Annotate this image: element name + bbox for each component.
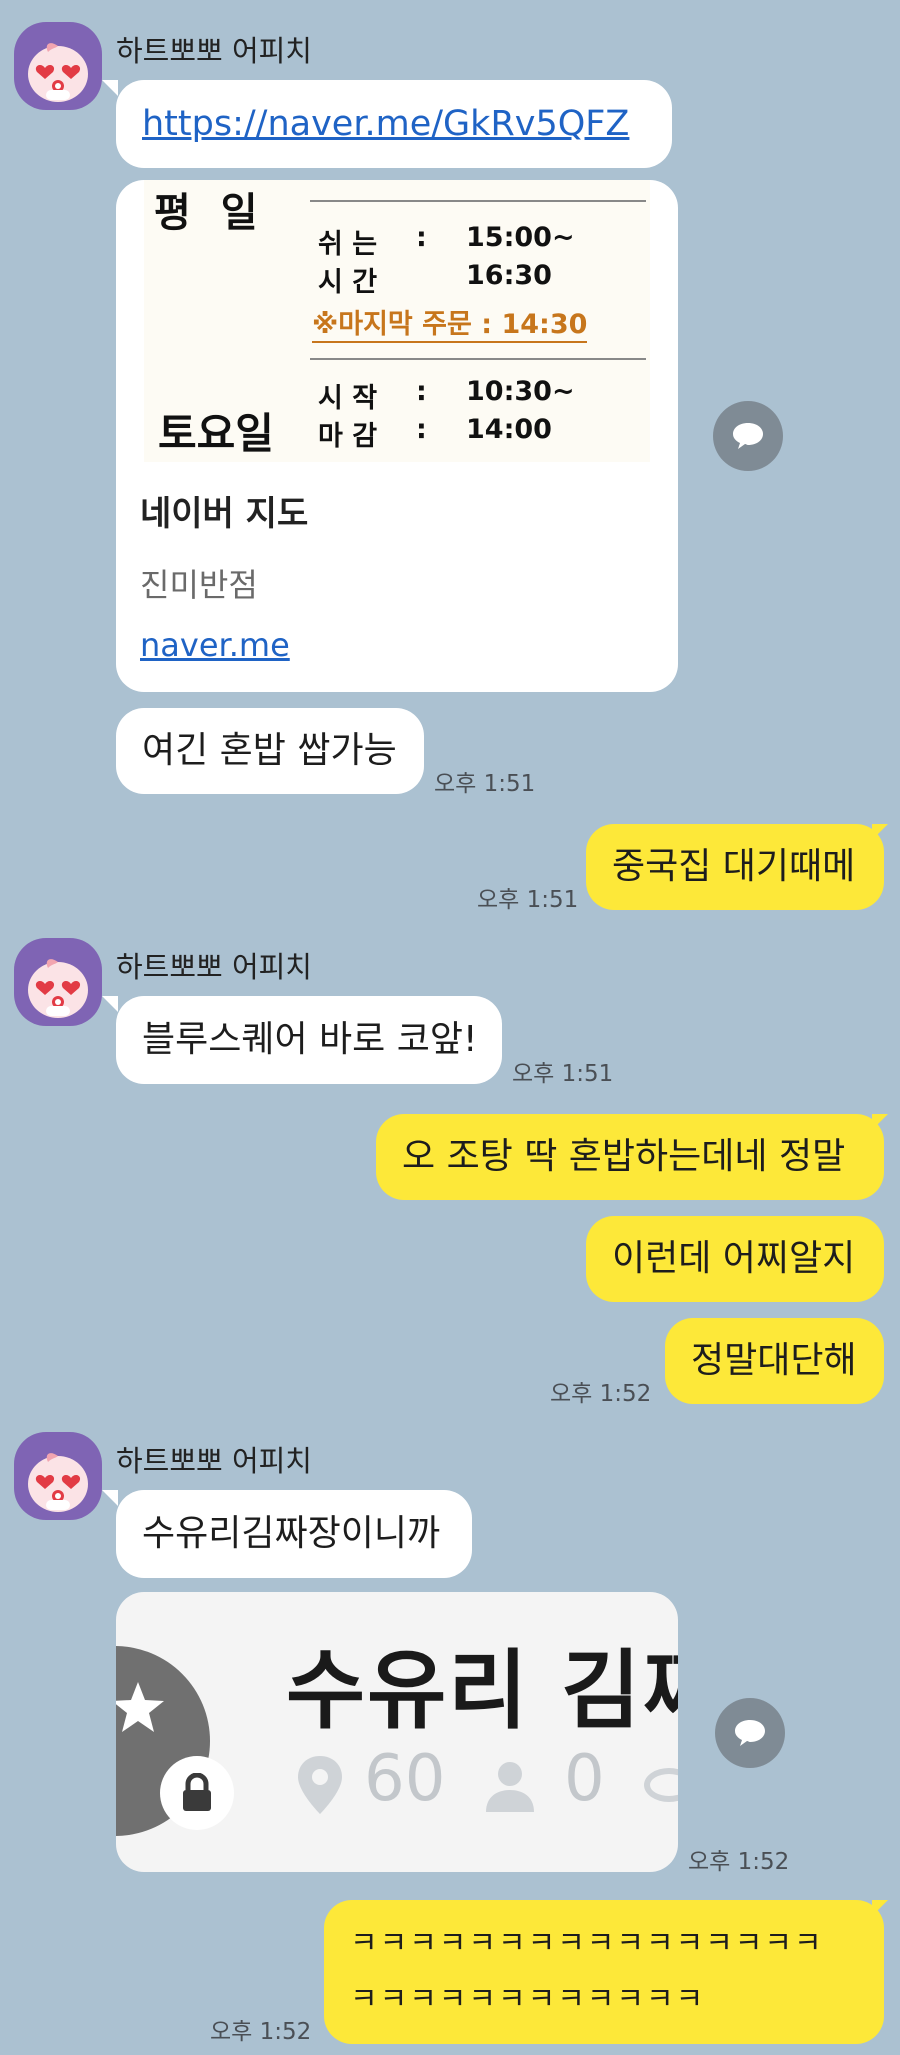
openchat-preview-card[interactable]: 수유리 김찌 60 0 xyxy=(116,1592,678,1872)
online-count: 0 xyxy=(564,1742,605,1816)
incoming-message-bubble[interactable]: 여긴 혼밥 쌉가능 xyxy=(116,708,424,794)
apeach-heart-eyes-icon xyxy=(28,959,88,1018)
link-preview-card[interactable]: 평 일 쉬 는 시 간 : 15:00~ 16:30 ※마지막 주문 : 14:… xyxy=(116,180,678,692)
bubble-tail xyxy=(102,1490,118,1506)
share-button[interactable] xyxy=(715,1698,785,1768)
message-time: 오후 1:51 xyxy=(434,771,536,797)
rest-label-1: 쉬 는 xyxy=(318,229,378,260)
apeach-heart-eyes-icon xyxy=(28,43,88,102)
message-time: 오후 1:51 xyxy=(477,887,579,913)
preview-domain-link[interactable]: naver.me xyxy=(140,626,290,664)
rest-time-1: 15:00~ xyxy=(466,222,575,253)
eye-icon xyxy=(644,1768,678,1802)
colon: : xyxy=(416,376,427,407)
message-text: 오 조탕 딱 혼밥하는데네 정말 xyxy=(402,1136,846,1177)
message-time: 오후 1:52 xyxy=(210,2019,312,2045)
message-time: 오후 1:52 xyxy=(688,1849,790,1875)
sender-avatar[interactable] xyxy=(14,1432,102,1520)
member-count: 60 xyxy=(364,1742,446,1816)
sender-name: 하트뽀뽀 어피치 xyxy=(116,950,312,984)
message-text: 정말대단해 xyxy=(691,1340,857,1381)
bubble-tail xyxy=(872,1114,888,1130)
apeach-heart-eyes-icon xyxy=(28,1453,88,1512)
speech-bubble-icon xyxy=(735,1720,765,1746)
message-time: 오후 1:52 xyxy=(550,1381,652,1407)
outgoing-message-bubble[interactable]: ㅋㅋㅋㅋㅋㅋㅋㅋㅋㅋㅋㅋㅋㅋㅋㅋ ㅋㅋㅋㅋㅋㅋㅋㅋㅋㅋㅋㅋ xyxy=(324,1900,884,2044)
preview-title: 네이버 지도 xyxy=(140,494,309,534)
rest-label-2: 시 간 xyxy=(318,267,378,298)
bubble-tail xyxy=(102,996,118,1012)
colon: : xyxy=(416,414,427,445)
start-time: 10:30~ xyxy=(466,376,575,407)
incoming-message-bubble[interactable]: 수유리김짜장이니까 xyxy=(116,1490,472,1578)
divider-line xyxy=(310,200,646,202)
saturday-label: 토요일 xyxy=(158,409,274,458)
sender-avatar[interactable] xyxy=(14,938,102,1026)
message-text-line-2: ㅋㅋㅋㅋㅋㅋㅋㅋㅋㅋㅋㅋ xyxy=(350,1982,706,2017)
sender-name: 하트뽀뽀 어피치 xyxy=(116,34,312,68)
rest-time-2: 16:30 xyxy=(466,260,552,291)
last-order-note: ※마지막 주문 : 14:30 xyxy=(312,302,588,343)
message-text: 이런데 어찌알지 xyxy=(612,1238,856,1279)
start-label: 시 작 xyxy=(318,383,378,414)
star-icon xyxy=(116,1682,164,1732)
link-message-bubble[interactable]: https://naver.me/GkRv5QFZ xyxy=(116,80,672,168)
bubble-tail xyxy=(102,80,118,96)
message-text-line-1: ㅋㅋㅋㅋㅋㅋㅋㅋㅋㅋㅋㅋㅋㅋㅋㅋ xyxy=(350,1926,824,1961)
speech-bubble-icon xyxy=(733,423,763,449)
colon: : xyxy=(416,222,427,253)
message-link[interactable]: https://naver.me/GkRv5QFZ xyxy=(142,102,629,146)
outgoing-message-bubble[interactable]: 오 조탕 딱 혼밥하는데네 정말 xyxy=(376,1114,884,1200)
location-pin-icon xyxy=(298,1756,342,1814)
share-button[interactable] xyxy=(713,401,783,471)
message-text: 여긴 혼밥 쌉가능 xyxy=(142,730,397,771)
bubble-tail xyxy=(872,1900,888,1916)
openchat-title: 수유리 김찌 xyxy=(286,1641,678,1741)
outgoing-message-bubble[interactable]: 이런데 어찌알지 xyxy=(586,1216,884,1302)
message-text: 블루스퀘어 바로 코앞! xyxy=(142,1019,478,1060)
weekday-label: 평 일 xyxy=(154,190,266,236)
outgoing-message-bubble[interactable]: 정말대단해 xyxy=(665,1318,884,1404)
message-text: 수유리김짜장이니까 xyxy=(142,1513,441,1554)
outgoing-message-bubble[interactable]: 중국집 대기때메 xyxy=(586,824,884,910)
divider-line xyxy=(310,358,646,360)
message-text: 중국집 대기때메 xyxy=(612,846,856,887)
incoming-message-bubble[interactable]: 블루스퀘어 바로 코앞! xyxy=(116,996,502,1084)
message-time: 오후 1:51 xyxy=(512,1061,614,1087)
end-label: 마 감 xyxy=(318,421,378,452)
sender-avatar[interactable] xyxy=(14,22,102,110)
end-time: 14:00 xyxy=(466,414,552,445)
person-icon xyxy=(486,1762,534,1812)
lock-badge xyxy=(160,1756,234,1830)
bubble-tail xyxy=(872,824,888,840)
lock-icon xyxy=(183,1773,211,1811)
hours-image: 평 일 쉬 는 시 간 : 15:00~ 16:30 ※마지막 주문 : 14:… xyxy=(144,180,650,462)
preview-subtitle: 진미반점 xyxy=(140,566,258,604)
sender-name: 하트뽀뽀 어피치 xyxy=(116,1444,312,1478)
